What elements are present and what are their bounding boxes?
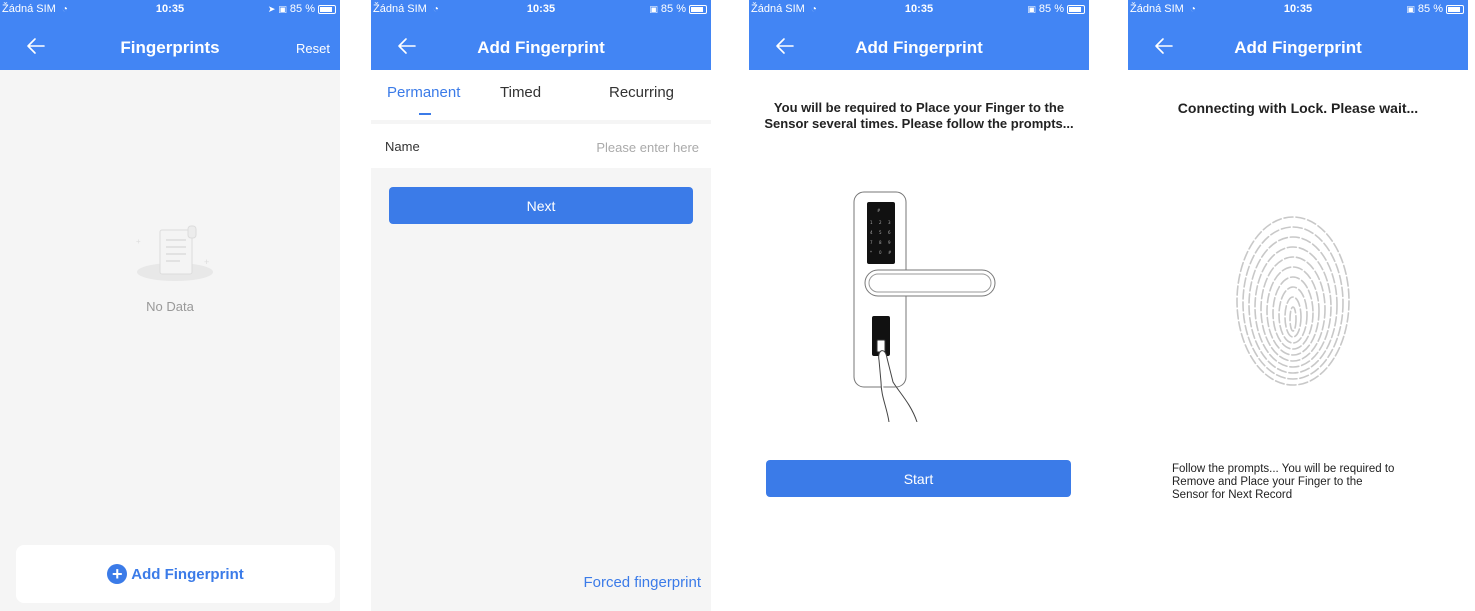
header-bar: Žádná SIM ◔ 10:35 ▣ 85 % Add Fingerprint xyxy=(371,0,711,70)
page-title: Add Fingerprint xyxy=(1234,38,1362,57)
status-bar: Žádná SIM ◔ 10:35 ▣ 85 % xyxy=(371,3,711,19)
connecting-status-text: Connecting with Lock. Please wait... xyxy=(1177,100,1419,116)
name-field-row: Name xyxy=(371,124,711,168)
page-title: Add Fingerprint xyxy=(477,38,605,57)
location-icon: ➤ xyxy=(267,3,276,14)
lock-icon: ▣ xyxy=(278,3,287,14)
forced-fingerprint-link[interactable]: Forced fingerprint xyxy=(583,574,701,591)
status-bar: Žádná SIM ◔ 10:35 ➤ ▣ 85 % xyxy=(0,3,340,19)
fingerprints-screen: Žádná SIM ◔ 10:35 ➤ ▣ 85 % Fingerprints … xyxy=(0,0,340,611)
door-lock-illustration: # 123 456 789 * 0 # xyxy=(853,191,996,422)
name-input[interactable] xyxy=(537,136,701,158)
battery-icon xyxy=(1067,4,1085,14)
lock-icon: ▣ xyxy=(1406,3,1415,14)
tab-recurring[interactable]: Recurring xyxy=(609,84,674,101)
follow-prompts-text: Follow the prompts... You will be requir… xyxy=(1172,463,1395,501)
connecting-screen: Žádná SIM ◔ 10:35 ▣ 85 % Add Fingerprint… xyxy=(1128,0,1468,611)
empty-document-icon: + + xyxy=(136,225,213,281)
plus-circle-icon: + xyxy=(107,564,128,584)
active-tab-indicator xyxy=(419,113,431,115)
battery-icon xyxy=(689,4,707,14)
svg-text:+: + xyxy=(204,257,209,267)
status-bar: Žádná SIM ◔ 10:35 ▣ 85 % xyxy=(1128,3,1468,19)
status-bar: Žádná SIM ◔ 10:35 ▣ 85 % xyxy=(749,3,1089,19)
tab-timed[interactable]: Timed xyxy=(500,84,541,101)
battery-percent: 85 % xyxy=(289,3,315,15)
lock-icon: ▣ xyxy=(649,3,658,14)
header-bar: Žádná SIM ◔ 10:35 ▣ 85 % Add Fingerprint xyxy=(749,0,1089,70)
tab-permanent[interactable]: Permanent xyxy=(387,84,460,101)
battery-icon xyxy=(1446,4,1464,14)
instruction-text: You will be required to Place your Finge… xyxy=(764,100,1074,131)
svg-text:*: * xyxy=(870,250,872,255)
empty-state-text: No Data xyxy=(146,299,194,314)
battery-icon xyxy=(318,4,336,14)
add-fingerprint-form-screen: Žádná SIM ◔ 10:35 ▣ 85 % Add Fingerprint… xyxy=(371,0,711,611)
header-bar: Žádná SIM ◔ 10:35 ▣ 85 % Add Fingerprint xyxy=(1128,0,1468,70)
name-label: Name xyxy=(385,139,420,154)
battery-percent: 85 % xyxy=(660,3,686,15)
next-button[interactable]: Next xyxy=(389,187,693,224)
start-button[interactable]: Start xyxy=(766,460,1071,497)
lock-icon: ▣ xyxy=(1027,3,1036,14)
battery-percent: 85 % xyxy=(1417,3,1443,15)
add-fingerprint-button[interactable]: + Add Fingerprint xyxy=(16,545,335,603)
page-title: Add Fingerprint xyxy=(855,38,983,57)
reset-button[interactable]: Reset xyxy=(296,41,330,56)
page-title: Fingerprints xyxy=(120,38,220,57)
fingerprint-instruction-screen: Žádná SIM ◔ 10:35 ▣ 85 % Add Fingerprint… xyxy=(749,0,1089,611)
header-bar: Žádná SIM ◔ 10:35 ➤ ▣ 85 % Fingerprints … xyxy=(0,0,340,70)
svg-text:+: + xyxy=(136,237,141,246)
battery-percent: 85 % xyxy=(1038,3,1064,15)
fingerprint-icon xyxy=(1236,216,1350,386)
add-fingerprint-label: Add Fingerprint xyxy=(131,565,244,583)
